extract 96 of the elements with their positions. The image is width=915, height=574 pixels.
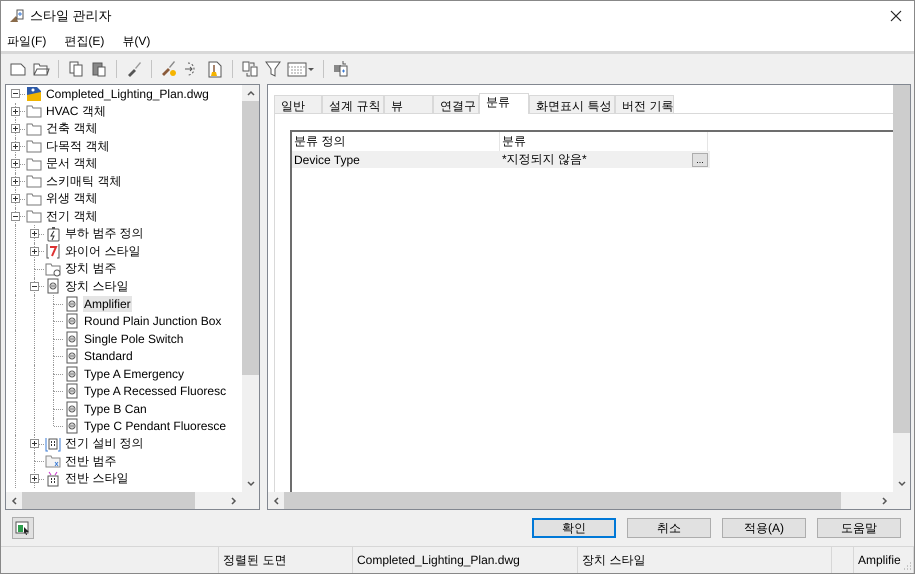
wire-icon xyxy=(45,243,61,260)
panel-style-icon xyxy=(45,470,61,487)
browse-button[interactable]: ... xyxy=(692,152,708,166)
app-icon xyxy=(9,8,25,24)
device-icon xyxy=(64,383,80,400)
category-icon xyxy=(45,260,61,277)
paste-icon[interactable] xyxy=(90,60,108,78)
status-text: 정렬된 도면 xyxy=(219,547,353,573)
equipment-icon xyxy=(45,436,61,452)
tree-item[interactable]: Type C Pendant Fluoresce xyxy=(83,418,228,434)
tab[interactable]: 뷰 xyxy=(384,95,433,113)
tab[interactable]: 설계 규칙 xyxy=(322,95,384,113)
tree-item[interactable]: 전반 범주 xyxy=(64,452,118,471)
folder-icon xyxy=(26,156,42,172)
folder-icon xyxy=(26,208,42,224)
window-title: 스타일 관리자 xyxy=(30,7,112,25)
dialog-button[interactable]: 취소 xyxy=(627,518,711,538)
collapse-icon[interactable] xyxy=(11,89,20,98)
folder-icon xyxy=(26,120,42,137)
folder-icon xyxy=(26,103,42,120)
device-icon xyxy=(64,400,80,417)
expand-icon[interactable] xyxy=(30,439,39,448)
folder-icon xyxy=(26,138,42,154)
tab[interactable]: 일반 xyxy=(274,95,322,113)
tree-item[interactable]: 문서 객체 xyxy=(45,154,98,174)
tree-item[interactable]: 부하 범주 정의 xyxy=(64,224,145,244)
tree-item[interactable]: 건축 객체 xyxy=(45,119,98,138)
tree-item[interactable]: Single Pole Switch xyxy=(83,330,184,347)
lightning-icon xyxy=(45,226,61,242)
table-cell-text: Device Type xyxy=(293,152,361,166)
expand-icon[interactable] xyxy=(11,142,20,151)
tree-item[interactable]: Type A Recessed Fluoresc xyxy=(83,383,228,400)
collapse-icon[interactable] xyxy=(11,212,20,221)
expand-icon[interactable] xyxy=(30,474,39,484)
menu-item[interactable]: 뷰(V) xyxy=(122,32,150,50)
expand-icon[interactable] xyxy=(11,106,20,116)
device-icon xyxy=(45,278,61,294)
device-icon xyxy=(64,330,80,347)
device-icon xyxy=(64,348,80,364)
tree-item[interactable]: 전기 객체 xyxy=(45,206,98,226)
expand-icon[interactable] xyxy=(11,124,20,134)
collapse-icon[interactable] xyxy=(30,282,39,291)
device-icon xyxy=(64,296,80,312)
tree-item[interactable]: 다목적 객체 xyxy=(45,136,110,156)
brush-star-icon[interactable] xyxy=(160,60,178,78)
scrollbar-thumb[interactable] xyxy=(242,101,259,375)
expand-icon[interactable] xyxy=(30,246,39,256)
close-icon[interactable] xyxy=(890,10,902,22)
table-dropdown-icon[interactable] xyxy=(287,60,315,78)
status-text: Amplifie xyxy=(854,547,914,573)
folder-icon xyxy=(26,173,42,190)
dialog-button[interactable]: 도움말 xyxy=(817,518,901,538)
expand-icon[interactable] xyxy=(11,176,20,186)
tree-item[interactable]: 전반 스타일 xyxy=(64,469,130,488)
tree-item[interactable]: Round Plain Junction Box xyxy=(83,313,222,330)
tree-item[interactable]: 장치 스타일 xyxy=(64,276,130,296)
tree-item[interactable]: 스키매틱 객체 xyxy=(45,172,122,191)
panel-category-icon xyxy=(45,453,61,470)
copy-icon[interactable] xyxy=(67,60,85,78)
document-brush-icon[interactable] xyxy=(206,60,224,78)
expand-icon[interactable] xyxy=(30,229,39,238)
scrollbar-thumb[interactable] xyxy=(284,492,842,509)
tab[interactable]: 화면표시 특성 xyxy=(529,95,615,113)
tree-item[interactable]: Type B Can xyxy=(83,400,148,417)
menu-item[interactable]: 편집(E) xyxy=(64,32,104,50)
tree-item[interactable]: Type A Emergency xyxy=(83,366,186,382)
tree-item[interactable]: HVAC 객체 xyxy=(45,102,107,121)
pointer-window-button[interactable] xyxy=(12,517,34,539)
status-text: 장치 스타일 xyxy=(578,547,832,573)
dialog-button[interactable]: 확인 xyxy=(532,518,616,538)
tree-item[interactable]: 장치 범주 xyxy=(64,259,118,278)
tree-item[interactable]: Completed_Lighting_Plan.dwg xyxy=(45,86,210,102)
tree-item[interactable]: Standard xyxy=(83,348,134,364)
tree-item[interactable]: 위생 객체 xyxy=(45,189,98,208)
table-cell-text: *지정되지 않음* xyxy=(501,151,588,168)
expand-icon[interactable] xyxy=(11,159,20,168)
filter-icon[interactable] xyxy=(264,60,282,78)
tab[interactable]: 연결구 xyxy=(433,95,479,113)
compare-icon[interactable] xyxy=(241,60,259,78)
tree-item[interactable]: Amplifier xyxy=(83,296,132,312)
tree-item[interactable]: 전기 설비 정의 xyxy=(64,434,145,454)
document-add-icon[interactable] xyxy=(332,60,350,78)
tab[interactable]: 분류 xyxy=(479,93,529,114)
dialog-button[interactable]: 적용(A) xyxy=(722,518,806,538)
device-icon xyxy=(64,418,80,434)
tab[interactable]: 버전 기록 xyxy=(615,95,674,113)
status-text: Completed_Lighting_Plan.dwg xyxy=(353,547,578,573)
device-icon xyxy=(64,366,80,382)
device-icon xyxy=(64,313,80,330)
scrollbar-thumb[interactable] xyxy=(893,85,910,433)
expand-icon[interactable] xyxy=(11,194,20,204)
tree-item[interactable]: 와이어 스타일 xyxy=(64,242,142,261)
folder-icon xyxy=(26,190,42,207)
scrollbar-thumb[interactable] xyxy=(22,492,196,509)
resize-grip-icon[interactable] xyxy=(902,561,912,571)
menu-item[interactable]: 파일(F) xyxy=(7,32,46,50)
